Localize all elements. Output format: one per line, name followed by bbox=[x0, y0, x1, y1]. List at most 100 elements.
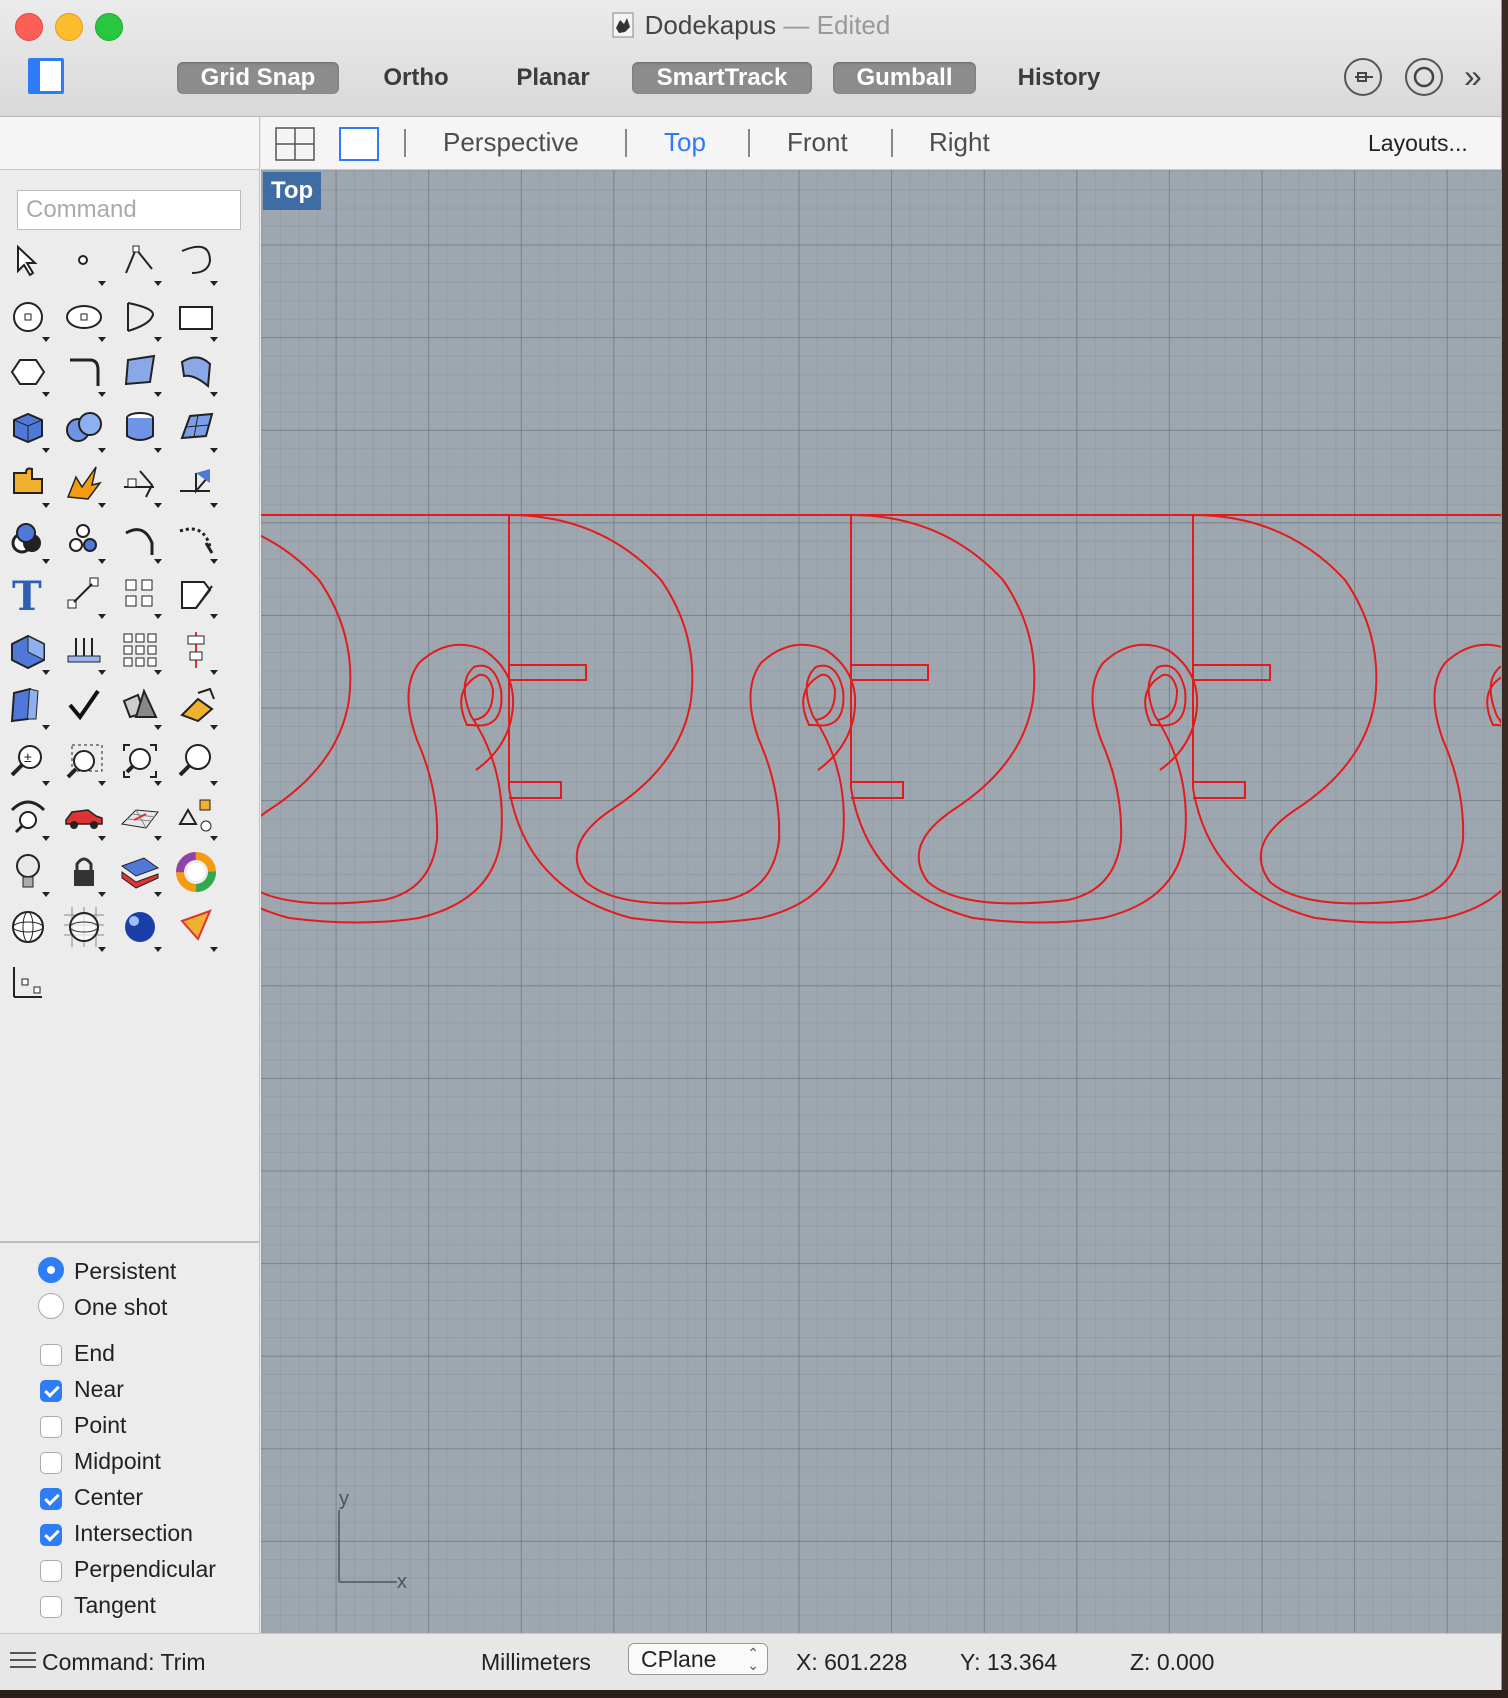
align-icon[interactable] bbox=[170, 624, 224, 678]
cylinder-icon[interactable] bbox=[114, 402, 168, 456]
points-group-icon[interactable] bbox=[58, 513, 112, 567]
grid-array-icon[interactable] bbox=[114, 624, 168, 678]
osnap-tangent-checkbox[interactable] bbox=[40, 1596, 62, 1618]
rhino-window: Dodekapus — Edited Grid Snap Ortho Plana… bbox=[0, 0, 1502, 1690]
osnap-tangent-label: Tangent bbox=[74, 1592, 156, 1618]
array-icon[interactable] bbox=[114, 568, 168, 622]
window-title-text: Dodekapus bbox=[644, 10, 777, 40]
offset-surface-icon[interactable] bbox=[2, 679, 56, 733]
text-icon[interactable]: T bbox=[2, 568, 56, 622]
persistent-radio[interactable] bbox=[38, 1257, 64, 1283]
osnap-icon[interactable] bbox=[1344, 58, 1382, 96]
gumball-toggle[interactable]: Gumball bbox=[833, 62, 976, 94]
car-icon[interactable] bbox=[58, 790, 112, 844]
planar-toggle[interactable]: Planar bbox=[500, 62, 606, 94]
overflow-chevron-icon[interactable]: » bbox=[1464, 58, 1482, 95]
material-ball-icon[interactable] bbox=[114, 901, 168, 955]
light-bulb-icon[interactable] bbox=[2, 846, 56, 900]
osnap-midpoint-checkbox[interactable] bbox=[40, 1452, 62, 1474]
osnap-midpoint-label: Midpoint bbox=[74, 1448, 161, 1474]
osnap-perpendicular-checkbox[interactable] bbox=[40, 1560, 62, 1582]
cplane-icon[interactable] bbox=[114, 790, 168, 844]
rotate-curve-icon[interactable] bbox=[114, 513, 168, 567]
window-title: Dodekapus — Edited bbox=[0, 10, 1501, 41]
hamburger-menu-icon[interactable] bbox=[10, 1650, 36, 1672]
tab-perspective[interactable]: Perspective bbox=[443, 127, 579, 158]
osnap-point-checkbox[interactable] bbox=[40, 1416, 62, 1438]
extrude-box-icon[interactable] bbox=[2, 624, 56, 678]
loft-surface-icon[interactable] bbox=[170, 346, 224, 400]
edit-points-icon[interactable] bbox=[170, 568, 224, 622]
curve-icon[interactable] bbox=[170, 235, 224, 289]
tab-top[interactable]: Top bbox=[664, 127, 706, 158]
x-coordinate: X: 601.228 bbox=[796, 1649, 908, 1675]
circle-icon[interactable] bbox=[2, 291, 56, 345]
left-sidebar: T ± Persistent One shot End Near Point Mi… bbox=[0, 117, 260, 1633]
one-shot-label: One shot bbox=[74, 1294, 168, 1320]
puzzle-join-icon[interactable] bbox=[2, 457, 56, 511]
tab-right[interactable]: Right bbox=[929, 127, 990, 158]
arc-icon[interactable] bbox=[114, 291, 168, 345]
polyline-icon[interactable] bbox=[114, 235, 168, 289]
record-icon[interactable] bbox=[1405, 58, 1443, 96]
split-icon[interactable] bbox=[170, 457, 224, 511]
tab-separator bbox=[891, 129, 893, 157]
top-viewport[interactable]: Top y x bbox=[261, 170, 1501, 1633]
gumball-axis-icon[interactable] bbox=[2, 957, 56, 1011]
polygon-icon[interactable] bbox=[2, 346, 56, 400]
snap-divider bbox=[0, 1241, 259, 1243]
window-title-suffix: — Edited bbox=[783, 10, 891, 40]
single-view-layout-icon[interactable] bbox=[339, 127, 379, 161]
blend-curve-icon[interactable] bbox=[170, 513, 224, 567]
shaded-solids-icon[interactable] bbox=[114, 679, 168, 733]
layouts-button[interactable]: Layouts... bbox=[1368, 130, 1468, 157]
surface-corner-points-icon[interactable] bbox=[114, 346, 168, 400]
grid-snap-toggle[interactable]: Grid Snap bbox=[177, 62, 339, 94]
zoom-all-icon[interactable] bbox=[114, 735, 168, 789]
one-shot-radio[interactable] bbox=[38, 1293, 64, 1319]
scale-icon[interactable] bbox=[58, 568, 112, 622]
zoom-icon[interactable] bbox=[170, 735, 224, 789]
rectangle-icon[interactable] bbox=[170, 291, 224, 345]
tab-front[interactable]: Front bbox=[787, 127, 848, 158]
command-input[interactable] bbox=[17, 190, 241, 230]
box-icon[interactable] bbox=[2, 402, 56, 456]
tab-separator bbox=[748, 129, 750, 157]
trim-icon[interactable] bbox=[114, 457, 168, 511]
point-icon[interactable] bbox=[58, 235, 112, 289]
history-toggle[interactable]: History bbox=[1004, 62, 1114, 94]
zoom-window-icon[interactable] bbox=[58, 735, 112, 789]
zoom-extents-icon[interactable]: ± bbox=[2, 735, 56, 789]
octopus-motif bbox=[850, 514, 1199, 924]
sidebar-toggle-icon[interactable] bbox=[28, 58, 64, 94]
lock-icon[interactable] bbox=[58, 846, 112, 900]
fillet-curve-icon[interactable] bbox=[58, 346, 112, 400]
sweep-icon[interactable] bbox=[170, 679, 224, 733]
svg-text:±: ± bbox=[24, 749, 32, 765]
layer-icon[interactable] bbox=[114, 846, 168, 900]
four-view-layout-icon[interactable] bbox=[275, 127, 315, 161]
curve-geometry[interactable] bbox=[261, 170, 1501, 1633]
select-arrow-icon[interactable] bbox=[2, 235, 56, 289]
ellipse-icon[interactable] bbox=[58, 291, 112, 345]
osnap-intersection-checkbox[interactable] bbox=[40, 1524, 62, 1546]
units-label[interactable]: Millimeters bbox=[481, 1649, 591, 1676]
osnap-center-checkbox[interactable] bbox=[40, 1488, 62, 1510]
project-icon[interactable] bbox=[58, 624, 112, 678]
distance-icon[interactable] bbox=[170, 790, 224, 844]
rotate-view-icon[interactable] bbox=[2, 790, 56, 844]
sphere-union-icon[interactable] bbox=[58, 402, 112, 456]
ortho-toggle[interactable]: Ortho bbox=[364, 62, 468, 94]
color-wheel-icon[interactable] bbox=[170, 846, 224, 900]
smarttrack-toggle[interactable]: SmartTrack bbox=[632, 62, 812, 94]
explode-icon[interactable] bbox=[58, 457, 112, 511]
sphere-grid-icon[interactable] bbox=[58, 901, 112, 955]
boolean-union-icon[interactable] bbox=[2, 513, 56, 567]
osnap-near-checkbox[interactable] bbox=[40, 1380, 62, 1402]
camera-icon[interactable] bbox=[170, 901, 224, 955]
cplane-select[interactable]: CPlane ⌃ ⌄ bbox=[628, 1643, 768, 1675]
patch-surface-icon[interactable] bbox=[170, 402, 224, 456]
osnap-end-checkbox[interactable] bbox=[40, 1344, 62, 1366]
sphere-wire-icon[interactable] bbox=[2, 901, 56, 955]
check-icon[interactable] bbox=[58, 679, 112, 733]
